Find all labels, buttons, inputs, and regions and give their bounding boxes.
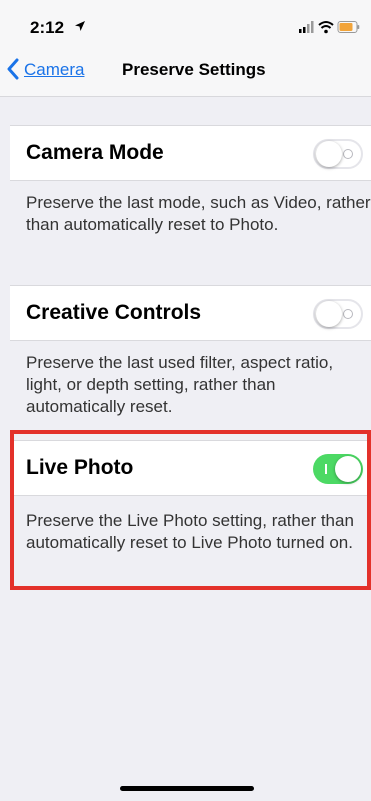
- setting-label: Camera Mode: [26, 141, 164, 164]
- toggle-on-indicator: [325, 464, 327, 474]
- setting-row-live-photo: Live Photo: [10, 440, 371, 496]
- setting-description: Preserve the last mode, such as Video, r…: [26, 193, 371, 234]
- battery-icon: [337, 21, 360, 33]
- location-arrow-icon: [75, 21, 85, 31]
- creative-controls-toggle[interactable]: [313, 299, 363, 329]
- setting-row-creative-controls: Creative Controls: [10, 285, 371, 341]
- signal-icon: [299, 21, 314, 33]
- setting-description: Preserve the last used filter, aspect ra…: [26, 353, 334, 416]
- setting-label: Live Photo: [26, 456, 134, 479]
- setting-description: Preserve the Live Photo setting, rather …: [26, 511, 354, 552]
- setting-row-camera-mode: Camera Mode: [10, 125, 371, 181]
- live-photo-toggle[interactable]: [313, 454, 363, 484]
- navigation-bar: Camera Preserve Settings: [0, 44, 371, 97]
- back-button[interactable]: Camera: [24, 60, 84, 80]
- toggle-off-indicator: [343, 149, 353, 159]
- toggle-knob: [335, 456, 361, 482]
- status-icons: [299, 21, 360, 34]
- setting-label: Creative Controls: [26, 301, 202, 324]
- camera-mode-toggle[interactable]: [313, 139, 363, 169]
- toggle-off-indicator: [343, 309, 353, 319]
- toggle-knob: [316, 301, 342, 327]
- home-indicator[interactable]: [120, 786, 254, 791]
- back-chevron-icon[interactable]: [6, 58, 20, 80]
- status-time: 2:12: [30, 18, 65, 37]
- page-title: Preserve Settings: [122, 60, 266, 79]
- status-bar: 2:12: [0, 0, 371, 44]
- wifi-icon: [318, 21, 334, 34]
- section-spacer: [0, 97, 371, 125]
- toggle-knob: [316, 141, 342, 167]
